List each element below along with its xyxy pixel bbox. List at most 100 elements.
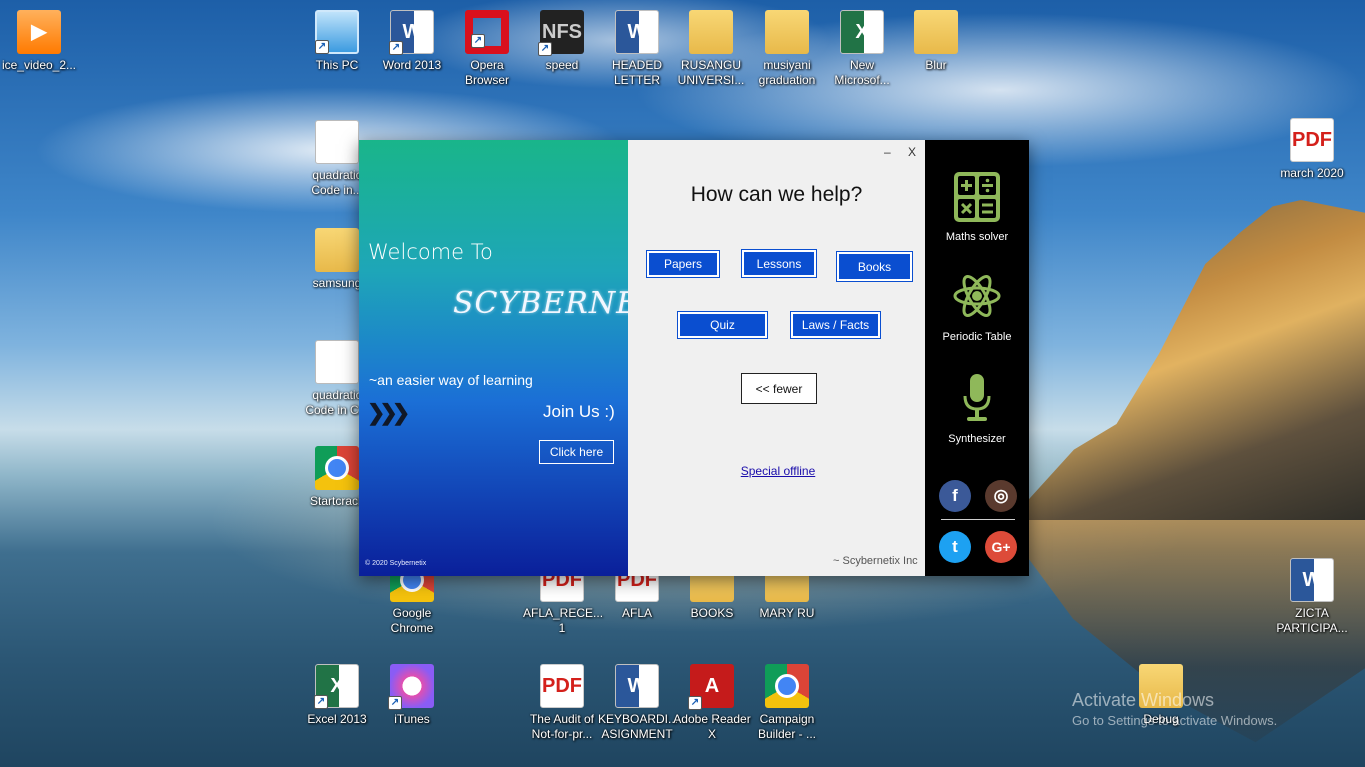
document-icon (315, 120, 359, 164)
desktop-icon-opera[interactable]: ↗ Opera Browser (448, 10, 526, 88)
desktop-icon-label: Opera Browser (464, 58, 509, 87)
desktop-icon-label: ice_video_2... (1, 58, 77, 72)
need-for-speed-icon: NFS ↗ (538, 10, 584, 56)
maths-solver-label: Maths solver (945, 231, 1009, 243)
instagram-icon[interactable]: ◎ (985, 480, 1017, 512)
special-offline-link[interactable]: Special offline (628, 464, 928, 478)
folder-icon (914, 10, 958, 54)
desktop-icon-ice-video[interactable]: ▶ ice_video_2... (0, 10, 78, 73)
help-title: How can we help? (690, 183, 863, 206)
desktop-icon-label: HEADED LETTER (611, 58, 662, 87)
folder-icon (689, 10, 733, 54)
books-button[interactable]: Books (836, 251, 913, 282)
twitter-icon[interactable]: t (939, 531, 971, 563)
excel-icon: X ↗ (314, 664, 359, 709)
desktop-icon-march-2020[interactable]: PDF march 2020 (1273, 118, 1351, 181)
pdf-icon: PDF (540, 664, 584, 708)
desktop-icon-label: The Audit of Not-for-pr... (529, 712, 595, 741)
desktop-icon-label: New Microsof... (834, 58, 890, 87)
word-document-icon: W (615, 664, 659, 708)
desktop-icon-blur[interactable]: Blur (897, 10, 975, 73)
desktop-icon-audit[interactable]: PDF The Audit of Not-for-pr... (523, 664, 601, 742)
tagline: ~an easier way of learning (369, 372, 533, 388)
laws-facts-button[interactable]: Laws / Facts (790, 311, 881, 339)
click-here-button[interactable]: Click here (539, 440, 614, 464)
document-icon (315, 340, 359, 384)
desktop-wallpaper-mountain (1010, 200, 1365, 520)
periodic-table-label: Periodic Table (942, 331, 1012, 343)
microphone-icon (963, 374, 991, 421)
desktop-icon-this-pc[interactable]: ↗ This PC (298, 10, 376, 73)
folder-icon (315, 228, 359, 272)
desktop-icon-label: RUSANGU UNIVERSI... (677, 58, 745, 87)
word-icon: W ↗ (389, 10, 434, 55)
desktop-icon-label: KEYBOARDI... ASIGNMENT (598, 712, 679, 741)
desktop-icon-speed[interactable]: NFS ↗ speed (523, 10, 601, 73)
close-button[interactable]: X (908, 145, 916, 159)
desktop-icon-label: Blur (925, 58, 947, 72)
synthesizer-tool[interactable]: Synthesizer (925, 372, 1029, 445)
desktop-icon-new-microsoft[interactable]: X New Microsof... (823, 10, 901, 88)
desktop-icon-zicta[interactable]: W ZICTA PARTICIPA... (1273, 558, 1351, 636)
folder-icon (765, 10, 809, 54)
watermark-subtitle: Go to Settings to activate Windows. (1072, 713, 1278, 728)
desktop-icon-label: BOOKS (690, 606, 734, 620)
desktop-icon-label: musiyani graduation (758, 58, 816, 87)
google-plus-icon[interactable]: G+ (985, 531, 1017, 563)
watermark-title: Activate Windows (1072, 690, 1215, 710)
calculator-icon (954, 172, 1000, 222)
quiz-button[interactable]: Quiz (677, 311, 768, 339)
opera-icon: ↗ (465, 10, 509, 54)
desktop-icon-label: ZICTA PARTICIPA... (1276, 606, 1348, 635)
desktop-icon-musiyani[interactable]: musiyani graduation (748, 10, 826, 88)
excel-icon: X (840, 10, 884, 54)
company-credit: ~ Scybernetix Inc (833, 555, 918, 567)
word-document-icon: W (1290, 558, 1334, 602)
desktop-icon-itunes[interactable]: ↗ iTunes (373, 664, 451, 727)
desktop-icon-label: Word 2013 (382, 58, 442, 72)
desktop-icon-label: iTunes (394, 712, 430, 726)
adobe-reader-icon: A ↗ (688, 664, 734, 710)
social-divider (941, 519, 1015, 520)
facebook-icon[interactable]: f (939, 480, 971, 512)
desktop-icon-excel-2013[interactable]: X ↗ Excel 2013 (298, 664, 376, 727)
join-us-text: Join Us :) (543, 402, 615, 421)
welcome-panel: Welcome To SCYBERNET ~an easier way of l… (359, 140, 659, 576)
desktop-icon-label: Campaign Builder - ... (757, 712, 817, 741)
activate-windows-watermark: Activate Windows Go to Settings to activ… (1072, 690, 1277, 728)
chrome-icon (315, 446, 359, 490)
word-document-icon: W (615, 10, 659, 54)
desktop-icon-headed-letter[interactable]: W HEADED LETTER (598, 10, 676, 88)
desktop-icon-label: speed (545, 58, 579, 72)
lessons-button[interactable]: Lessons (741, 249, 817, 278)
scybernet-app-window: Welcome To SCYBERNET ~an easier way of l… (359, 140, 1029, 576)
pdf-icon: PDF (1290, 118, 1334, 162)
desktop-icon-adobe-reader[interactable]: A ↗ Adobe Reader X (673, 664, 751, 742)
help-panel: – X How can we help? Papers Lessons Book… (628, 140, 925, 576)
media-player-icon: ▶ (17, 10, 61, 54)
computer-icon: ↗ (315, 10, 359, 54)
desktop-icon-keyboarding[interactable]: W KEYBOARDI... ASIGNMENT (598, 664, 679, 742)
welcome-text: Welcome To (368, 240, 493, 264)
atom-icon (953, 275, 1001, 317)
desktop-icon-label: march 2020 (1280, 166, 1344, 180)
desktop-icon-campaign-builder[interactable]: Campaign Builder - ... (748, 664, 826, 742)
desktop-icon-label: Excel 2013 (307, 712, 367, 726)
fewer-button[interactable]: << fewer (741, 373, 817, 404)
periodic-table-tool[interactable]: Periodic Table (925, 270, 1029, 343)
tools-sidebar: Maths solver Periodic Table Synthesizer … (925, 140, 1029, 576)
desktop-icon-label: AFLA_RECE... 1 (523, 606, 604, 635)
desktop-icon-label: AFLA (621, 606, 652, 620)
arrows-icon: ❯❯❯ (367, 400, 410, 425)
papers-button[interactable]: Papers (646, 250, 720, 278)
synthesizer-label: Synthesizer (948, 433, 1006, 445)
desktop-icon-word-2013[interactable]: W ↗ Word 2013 (373, 10, 451, 73)
maths-solver-tool[interactable]: Maths solver (925, 172, 1029, 243)
desktop-icon-label: This PC (315, 58, 359, 72)
desktop-icon-label: Adobe Reader X (673, 712, 751, 741)
minimize-button[interactable]: – (884, 145, 891, 159)
desktop-icon-label: Google Chrome (390, 606, 434, 635)
desktop-icon-rusangu[interactable]: RUSANGU UNIVERSI... (672, 10, 750, 88)
desktop-icon-label: MARY RU (759, 606, 815, 620)
chrome-icon (765, 664, 809, 708)
